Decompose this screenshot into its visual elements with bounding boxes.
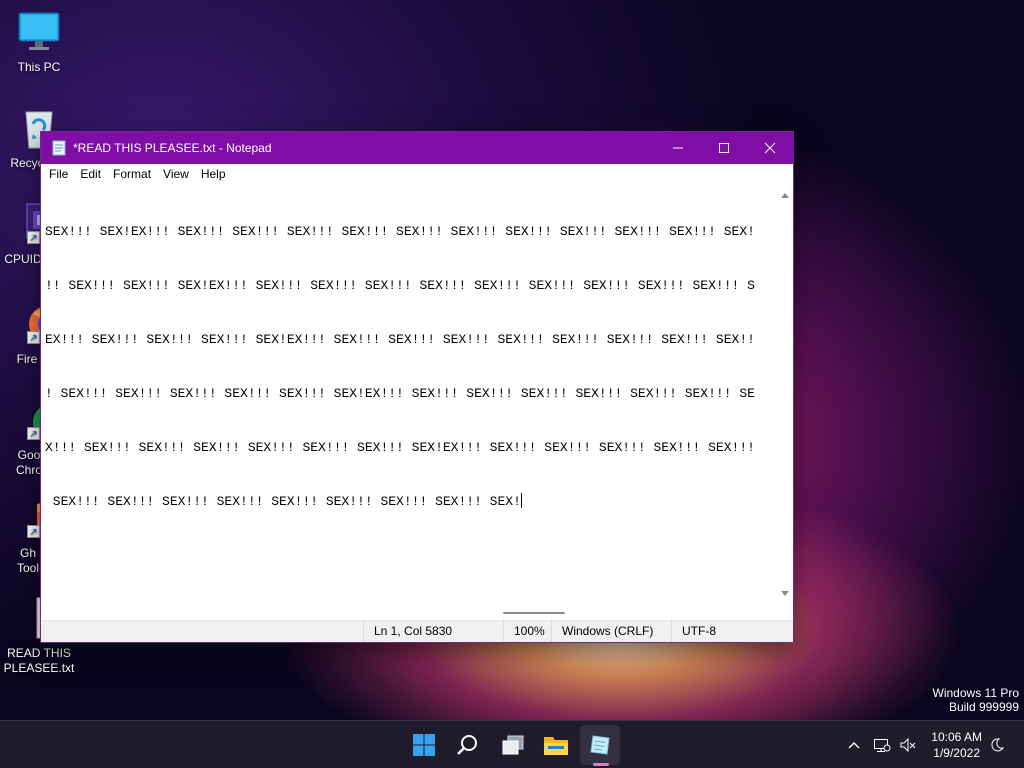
task-view-button[interactable]: [493, 725, 533, 765]
editor-line: X!!! SEX!!! SEX!!! SEX!!! SEX!!! SEX!!! …: [45, 440, 755, 455]
editor-line: ! SEX!!! SEX!!! SEX!!! SEX!!! SEX!!! SEX…: [45, 386, 755, 401]
editor-area: SEX!!! SEX!EX!!! SEX!!! SEX!!! SEX!!! SE…: [41, 184, 793, 622]
taskbar-clock[interactable]: 10:06 AM 1/9/2022: [931, 729, 982, 761]
window-title: *READ THIS PLEASEE.txt - Notepad: [73, 141, 272, 155]
status-bar: Ln 1, Col 5830 100% Windows (CRLF) UTF-8: [41, 620, 793, 642]
desktop-icon-label: Fire: [16, 352, 38, 366]
volume-muted-icon: [900, 737, 916, 753]
windows-logo-icon: [413, 734, 435, 756]
minimize-button[interactable]: [655, 132, 701, 164]
focus-assist-button[interactable]: [989, 721, 1005, 768]
editor-line: !! SEX!!! SEX!!! SEX!EX!!! SEX!!! SEX!!!…: [45, 278, 755, 293]
vertical-scrollbar[interactable]: [777, 184, 793, 604]
status-zoom: 100%: [503, 621, 551, 642]
title-bar[interactable]: *READ THIS PLEASEE.txt - Notepad: [41, 132, 793, 164]
editor-line-last: SEX!!! SEX!!! SEX!!! SEX!!! SEX!!! SEX!!…: [45, 493, 774, 511]
desktop-icon-label: CPUID: [4, 252, 42, 266]
task-view-icon: [502, 735, 524, 755]
editor-line: EX!!! SEX!!! SEX!!! SEX!!! SEX!EX!!! SEX…: [45, 332, 755, 347]
clock-time: 10:06 AM: [931, 730, 982, 744]
shortcut-arrow-icon: ↗: [27, 331, 40, 344]
menu-bar: File Edit Format View Help: [41, 164, 793, 184]
status-encoding: UTF-8: [671, 621, 793, 642]
menu-view[interactable]: View: [157, 164, 195, 184]
monitor-icon: [17, 10, 61, 54]
start-button[interactable]: [404, 725, 444, 765]
desktop-icon-this-pc[interactable]: This PC: [4, 10, 74, 75]
file-explorer-button[interactable]: [536, 725, 576, 765]
shortcut-arrow-icon: ↗: [27, 427, 40, 440]
maximize-icon: [719, 143, 729, 153]
scrollbar-arrows-icon: [781, 193, 789, 596]
search-icon: [457, 735, 477, 755]
text-editor[interactable]: SEX!!! SEX!EX!!! SEX!!! SEX!!! SEX!!! SE…: [41, 184, 778, 604]
menu-help[interactable]: Help: [195, 164, 232, 184]
taskbar: 10:06 AM 1/9/2022: [0, 720, 1024, 768]
search-button[interactable]: [448, 725, 488, 765]
folder-icon: [544, 737, 568, 755]
text-caret: [520, 493, 522, 508]
editor-line: SEX!!! SEX!EX!!! SEX!!! SEX!!! SEX!!! SE…: [45, 224, 755, 239]
desktop-icon-label: This PC: [17, 60, 61, 74]
menu-format[interactable]: Format: [107, 164, 157, 184]
status-cursor-position: Ln 1, Col 5830: [363, 621, 503, 642]
desktop-icon-label: Recyc: [10, 156, 44, 170]
status-line-ending: Windows (CRLF): [551, 621, 671, 642]
notepad-taskbar-button[interactable]: [580, 725, 620, 765]
shortcut-arrow-icon: ↗: [27, 525, 40, 538]
desktop-icon-label: Goo Chro: [15, 448, 42, 477]
close-icon: [764, 142, 776, 154]
watermark-build: Build 999999: [948, 700, 1019, 714]
close-button[interactable]: [747, 132, 793, 164]
notepad-icon: [590, 735, 610, 755]
notepad-window[interactable]: *READ THIS PLEASEE.txt - Notepad File Ed…: [40, 131, 794, 643]
moon-icon: [991, 738, 1005, 752]
watermark-edition: Windows 11 Pro: [932, 686, 1019, 700]
windows-watermark: Windows 11 Pro Build 999999: [933, 686, 1019, 714]
desktop-icon-label: Gh Tool: [16, 546, 39, 575]
menu-file[interactable]: File: [43, 164, 74, 184]
network-icon: [874, 739, 891, 752]
maximize-button[interactable]: [701, 132, 747, 164]
horizontal-scroll-thumb[interactable]: [503, 612, 565, 614]
network-button[interactable]: [873, 721, 891, 768]
notepad-app-icon: [51, 140, 67, 156]
volume-button[interactable]: [899, 721, 917, 768]
active-app-indicator: [593, 763, 609, 766]
editor-line: SEX!!! SEX!!! SEX!!! SEX!!! SEX!!! SEX!!…: [45, 494, 521, 509]
chevron-up-icon: [848, 742, 860, 749]
clock-date: 1/9/2022: [933, 746, 980, 760]
desktop-icon-label: READ THIS PLEASEE.txt: [3, 646, 75, 675]
shortcut-arrow-icon: ↗: [27, 231, 40, 244]
menu-edit[interactable]: Edit: [74, 164, 107, 184]
show-hidden-icons-button[interactable]: [846, 721, 862, 768]
minimize-icon: [673, 147, 683, 149]
